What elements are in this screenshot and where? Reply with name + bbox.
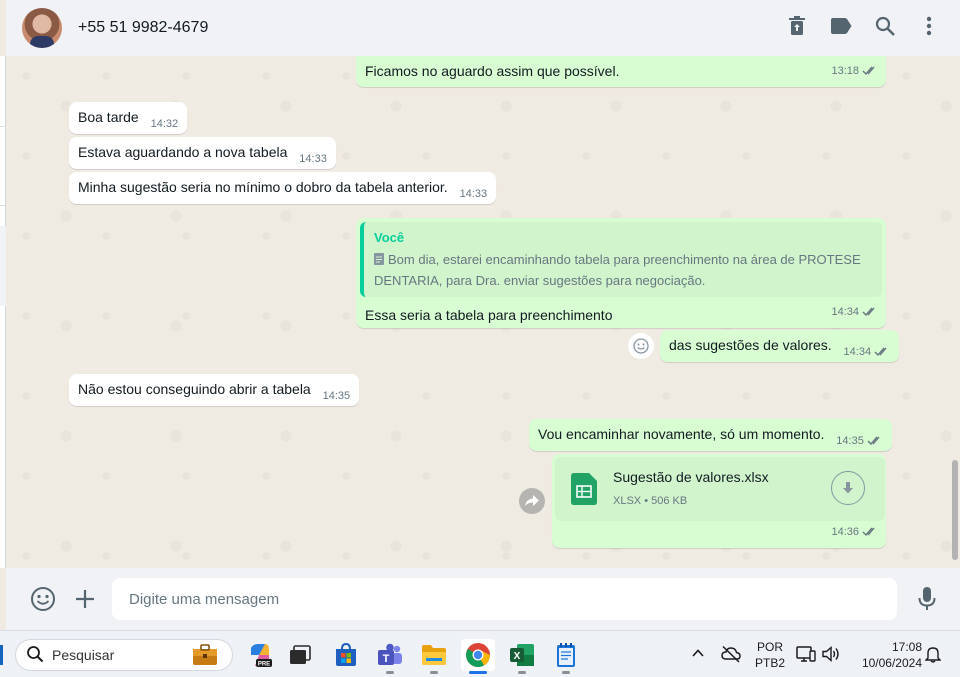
message-incoming[interactable]: Não estou conseguindo abrir a tabela 14:… [69, 374, 360, 406]
forward-icon[interactable] [519, 488, 545, 514]
download-icon[interactable] [831, 471, 865, 505]
svg-text:X: X [514, 651, 521, 662]
input-language[interactable]: POR PTB2 [755, 639, 785, 671]
spreadsheet-file-icon [571, 473, 599, 505]
message-time: 14:33 [299, 153, 327, 165]
clock-date: 10/06/2024 [861, 656, 922, 670]
message-text: Ficamos no aguardo assim que possível. [365, 63, 620, 79]
file-size: 506 KB [651, 494, 688, 507]
taskbar-search[interactable]: Pesquisar [15, 639, 233, 671]
message-text: Essa seria a tabela para preenchimento [365, 307, 613, 323]
excel-app-icon[interactable]: X [505, 639, 539, 674]
file-name: Sugestão de valores.xlsx [613, 468, 769, 485]
network-icon[interactable] [796, 645, 816, 667]
store-app-icon[interactable] [329, 639, 363, 671]
message-text: das sugestões de valores. [669, 337, 832, 353]
file-explorer-icon[interactable] [417, 639, 451, 674]
briefcase-icon [192, 644, 218, 666]
menu-icon[interactable] [918, 14, 940, 38]
quote-text: Bom dia, estarei encaminhando tabela par… [374, 252, 861, 288]
message-composer [6, 568, 960, 630]
message-outgoing-reply[interactable]: Você Bom dia, estarei encaminhando tabel… [356, 218, 886, 328]
chrome-app-icon[interactable] [461, 639, 495, 674]
read-ticks-icon [862, 525, 878, 544]
document-icon [374, 251, 384, 271]
react-emoji-icon[interactable] [628, 333, 654, 359]
message-outgoing-file[interactable]: Sugestão de valores.xlsx XLSX • 506 KB 1… [552, 454, 886, 548]
taskbar-search-label: Pesquisar [52, 647, 115, 663]
message-incoming[interactable]: Estava aguardando a nova tabela 14:33 [69, 137, 336, 169]
notification-bell-icon[interactable] [924, 645, 942, 667]
message-text: Vou encaminhar novamente, só um momento. [538, 426, 825, 442]
read-ticks-icon [862, 64, 878, 83]
message-text: Não estou conseguindo abrir a tabela [78, 381, 311, 397]
search-icon[interactable] [874, 14, 896, 38]
message-time: 14:35 [836, 435, 864, 447]
message-text: Minha sugestão seria no mínimo o dobro d… [78, 179, 448, 195]
input-language-bottom: PTB2 [755, 656, 786, 670]
message-time: 13:18 [831, 65, 859, 77]
quoted-message[interactable]: Você Bom dia, estarei encaminhando tabel… [360, 222, 882, 297]
message-incoming[interactable]: Minha sugestão seria no mínimo o dobro d… [69, 172, 497, 204]
copilot-app-icon[interactable]: PRE [243, 639, 277, 671]
search-icon [26, 645, 44, 666]
notepad-app-icon[interactable] [549, 639, 583, 674]
teams-app-icon[interactable]: T [373, 639, 407, 674]
message-outgoing[interactable]: Vou encaminhar novamente, só um momento.… [529, 419, 892, 451]
message-time: 14:32 [150, 118, 179, 130]
microphone-icon[interactable] [918, 586, 936, 617]
windows-taskbar: Pesquisar PRE T X POR PTB2 17:08 10/06/2… [0, 630, 960, 677]
cloud-offline-icon[interactable] [721, 645, 741, 667]
file-attachment[interactable]: Sugestão de valores.xlsx XLSX • 506 KB [555, 457, 885, 521]
message-incoming[interactable]: Boa tarde 14:32 [69, 102, 188, 134]
plus-icon[interactable] [74, 586, 96, 617]
emoji-icon[interactable] [30, 586, 56, 617]
message-input[interactable] [112, 578, 897, 620]
file-type: XLSX [613, 494, 642, 507]
message-text: Boa tarde [78, 109, 139, 125]
contact-name[interactable]: +55 51 9982-4679 [78, 19, 208, 37]
header-actions [786, 14, 940, 38]
avatar[interactable] [22, 8, 62, 48]
start-button-edge[interactable] [0, 645, 3, 665]
chat-area[interactable]: Ficamos no aguardo assim que possível. 1… [6, 56, 960, 568]
message-time: 14:34 [843, 346, 872, 358]
message-time: 14:36 [831, 526, 859, 538]
clock[interactable]: 17:08 10/06/2024 [852, 639, 922, 671]
show-hidden-icons-icon[interactable] [690, 646, 706, 664]
clock-time: 17:08 [891, 640, 922, 654]
message-time: 14:34 [831, 306, 859, 318]
read-ticks-icon [867, 434, 883, 453]
message-time: 14:33 [459, 188, 488, 200]
message-time: 14:35 [322, 390, 351, 402]
message-outgoing[interactable]: Ficamos no aguardo assim que possível. 1… [356, 56, 886, 87]
label-icon[interactable] [830, 14, 852, 38]
read-ticks-icon [862, 305, 878, 324]
svg-text:PRE: PRE [258, 662, 270, 668]
delete-icon[interactable] [786, 14, 808, 38]
read-ticks-icon [874, 345, 890, 364]
task-view-icon[interactable] [283, 639, 317, 671]
quote-author: Você [374, 230, 405, 245]
input-language-top: POR [756, 640, 783, 654]
volume-icon[interactable] [821, 645, 841, 667]
chat-header: +55 51 9982-4679 [6, 0, 960, 56]
message-text: Estava aguardando a nova tabela [78, 144, 288, 160]
message-outgoing[interactable]: das sugestões de valores. 14:34 [660, 330, 900, 364]
svg-text:T: T [383, 653, 390, 665]
chat-scrollbar[interactable] [952, 460, 958, 560]
